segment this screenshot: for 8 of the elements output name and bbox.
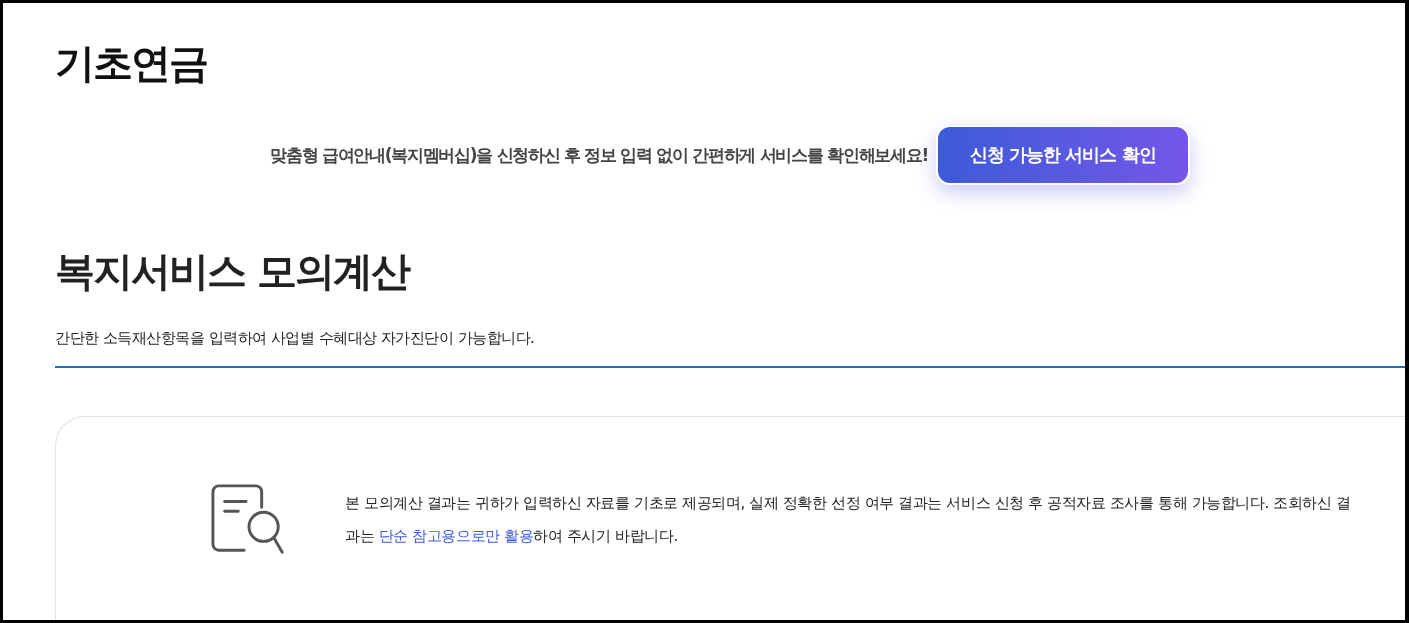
check-services-button[interactable]: 신청 가능한 서비스 확인 — [935, 125, 1190, 185]
document-search-icon — [211, 483, 287, 555]
section-title: 복지서비스 모의계산 — [55, 247, 411, 296]
section-description: 간단한 소득재산항목을 입력하여 사업별 수혜대상 자가진단이 가능합니다. — [55, 328, 536, 349]
banner-text: 맞춤형 급여안내(복지멤버십)을 신청하신 후 정보 입력 없이 간편하게 서비스를 확인해보세요! — [270, 143, 928, 167]
page-title: 기초연금 — [55, 39, 208, 88]
notice-text: 본 모의계산 결과는 귀하가 입력하신 자료를 기초로 제공되며, 실제 정확한 선정 여부 결과는 서비스 신청 후 공적자료 조사를 통해 가능합니다. 조회하신 결과는 단순 참고용으로만 활용하여 주시기 바랍니다. — [345, 493, 1352, 547]
notice-link[interactable]: 단순 참고용으로만 활용 — [378, 527, 534, 545]
